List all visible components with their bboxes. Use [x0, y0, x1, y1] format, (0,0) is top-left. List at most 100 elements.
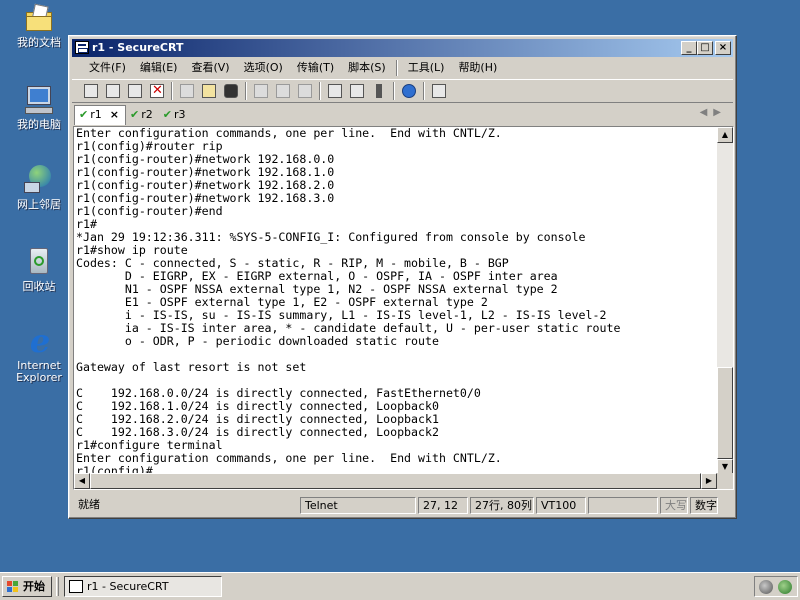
window-title: r1 - SecureCRT — [92, 41, 184, 54]
terminal-line: o - ODR, P - periodic downloaded static … — [76, 334, 439, 348]
tab-close-icon[interactable]: × — [110, 108, 119, 121]
help-icon — [402, 84, 416, 98]
tab-label: r1 — [90, 108, 102, 121]
toolbar-separator — [393, 82, 395, 100]
start-button[interactable]: 开始 — [2, 576, 52, 597]
status-caps-lock: 大写 — [660, 497, 688, 514]
session-tabs: ✔ r1 × ✔ r2 ✔ r3 ◀▶ — [72, 105, 733, 125]
securecrt-window: r1 - SecureCRT _ □ × 文件(F) 编辑(E) 查看(V) 选… — [68, 35, 737, 519]
my-computer-icon — [23, 84, 55, 116]
print-selection-button[interactable] — [272, 81, 294, 101]
toolbar-separator — [171, 82, 173, 100]
title-bar[interactable]: r1 - SecureCRT _ □ × — [72, 39, 733, 57]
connect-in-tab-button[interactable] — [124, 81, 146, 101]
print-button[interactable] — [250, 81, 272, 101]
my-documents-icon — [23, 2, 55, 34]
horizontal-scroll-thumb[interactable] — [90, 473, 701, 489]
scroll-right-arrow-icon[interactable]: ▶ — [701, 473, 717, 489]
connect-icon — [84, 84, 98, 98]
quick-connect-icon — [106, 84, 120, 98]
vertical-scroll-thumb[interactable] — [717, 367, 733, 459]
keymap-button[interactable] — [368, 81, 390, 101]
menu-file[interactable]: 文件(F) — [82, 58, 133, 78]
desktop-icon-label: 网上邻居 — [17, 198, 61, 211]
maximize-button[interactable]: □ — [697, 41, 713, 55]
desktop-icon-my-documents[interactable]: 我的文档 — [8, 2, 70, 49]
toolbar-separator — [423, 82, 425, 100]
print-icon — [254, 84, 268, 98]
menu-edit[interactable]: 编辑(E) — [133, 58, 185, 78]
desktop-icon-recycle-bin[interactable]: 回收站 — [8, 246, 70, 293]
session-options-icon — [328, 84, 342, 98]
close-button[interactable]: × — [715, 41, 731, 55]
recycle-bin-icon — [23, 246, 55, 278]
status-emulation: VT100 — [536, 497, 586, 514]
desktop-icon-network-places[interactable]: 网上邻居 — [8, 164, 70, 211]
global-options-icon — [350, 84, 364, 98]
securecrt-app-icon — [69, 580, 83, 593]
connected-check-icon: ✔ — [162, 108, 172, 121]
scroll-up-arrow-icon[interactable]: ▲ — [717, 127, 733, 143]
menu-transfer[interactable]: 传输(T) — [290, 58, 341, 78]
log-button[interactable] — [428, 81, 450, 101]
windows-logo-icon — [7, 581, 19, 592]
tab-r3[interactable]: ✔ r3 — [159, 106, 192, 125]
find-icon — [224, 84, 238, 98]
disconnect-button[interactable]: ✕ — [146, 81, 168, 101]
connected-check-icon: ✔ — [79, 108, 89, 121]
vertical-scrollbar[interactable]: ▲ ▼ — [717, 127, 733, 475]
menu-help[interactable]: 帮助(H) — [451, 58, 504, 78]
scrollbar-corner — [717, 473, 733, 489]
print-setup-button[interactable] — [294, 81, 316, 101]
status-terminal-size: 27行, 80列 — [470, 497, 534, 514]
toolbar-separator — [245, 82, 247, 100]
desktop-icon-internet-explorer[interactable]: e Internet Explorer — [8, 325, 70, 384]
tab-label: r2 — [141, 108, 153, 121]
menu-options[interactable]: 选项(O) — [237, 58, 290, 78]
menu-bar: 文件(F) 编辑(E) 查看(V) 选项(O) 传输(T) 脚本(S) 工具(L… — [72, 58, 733, 78]
toolbar-separator — [319, 82, 321, 100]
desktop-icon-label: 我的文档 — [17, 36, 61, 49]
toolbar: ✕ — [72, 79, 733, 103]
terminal-line: Enter configuration commands, one per li… — [76, 451, 502, 465]
terminal-output[interactable]: Enter configuration commands, one per li… — [76, 127, 717, 476]
tab-r2[interactable]: ✔ r2 — [126, 106, 159, 125]
paste-button[interactable] — [198, 81, 220, 101]
copy-button[interactable] — [176, 81, 198, 101]
print-setup-icon — [298, 84, 312, 98]
desktop-icon-label: Internet Explorer — [16, 359, 62, 384]
minimize-button[interactable]: _ — [681, 41, 697, 55]
terminal-line: r1(config-router)#end — [76, 204, 223, 218]
terminal-panel: Enter configuration commands, one per li… — [73, 126, 734, 490]
securecrt-app-icon[interactable] — [75, 41, 89, 54]
volume-icon[interactable] — [759, 580, 773, 594]
network-status-icon[interactable] — [778, 580, 792, 594]
scroll-left-arrow-icon[interactable]: ◀ — [74, 473, 90, 489]
menu-separator — [395, 60, 398, 76]
status-protocol: Telnet — [300, 497, 416, 514]
horizontal-scrollbar[interactable]: ◀ ▶ — [74, 473, 717, 489]
desktop-icon-label: 回收站 — [22, 280, 56, 293]
taskbar-grip — [56, 577, 59, 596]
status-cursor-position: 27, 12 — [418, 497, 468, 514]
menu-tools[interactable]: 工具(L) — [401, 58, 452, 78]
task-label: r1 - SecureCRT — [87, 580, 169, 593]
taskbar: 开始 r1 - SecureCRT — [0, 572, 800, 600]
desktop-icon-my-computer[interactable]: 我的电脑 — [8, 84, 70, 131]
session-options-button[interactable] — [324, 81, 346, 101]
taskbar-task-securecrt[interactable]: r1 - SecureCRT — [64, 576, 222, 597]
menu-script[interactable]: 脚本(S) — [341, 58, 393, 78]
status-num-lock: 数字 — [690, 497, 718, 514]
tab-r1[interactable]: ✔ r1 × — [74, 105, 126, 125]
status-ready: 就绪 — [78, 498, 100, 511]
global-options-button[interactable] — [346, 81, 368, 101]
connect-button[interactable] — [80, 81, 102, 101]
desktop-icon-label: 我的电脑 — [17, 118, 61, 131]
find-button[interactable] — [220, 81, 242, 101]
quick-connect-button[interactable] — [102, 81, 124, 101]
tab-scroll-arrows[interactable]: ◀▶ — [700, 107, 727, 118]
status-bar: 就绪 Telnet 27, 12 27行, 80列 VT100 大写 数字 — [72, 495, 733, 515]
connect-in-tab-icon — [128, 84, 142, 98]
help-button[interactable] — [398, 81, 420, 101]
menu-view[interactable]: 查看(V) — [184, 58, 236, 78]
